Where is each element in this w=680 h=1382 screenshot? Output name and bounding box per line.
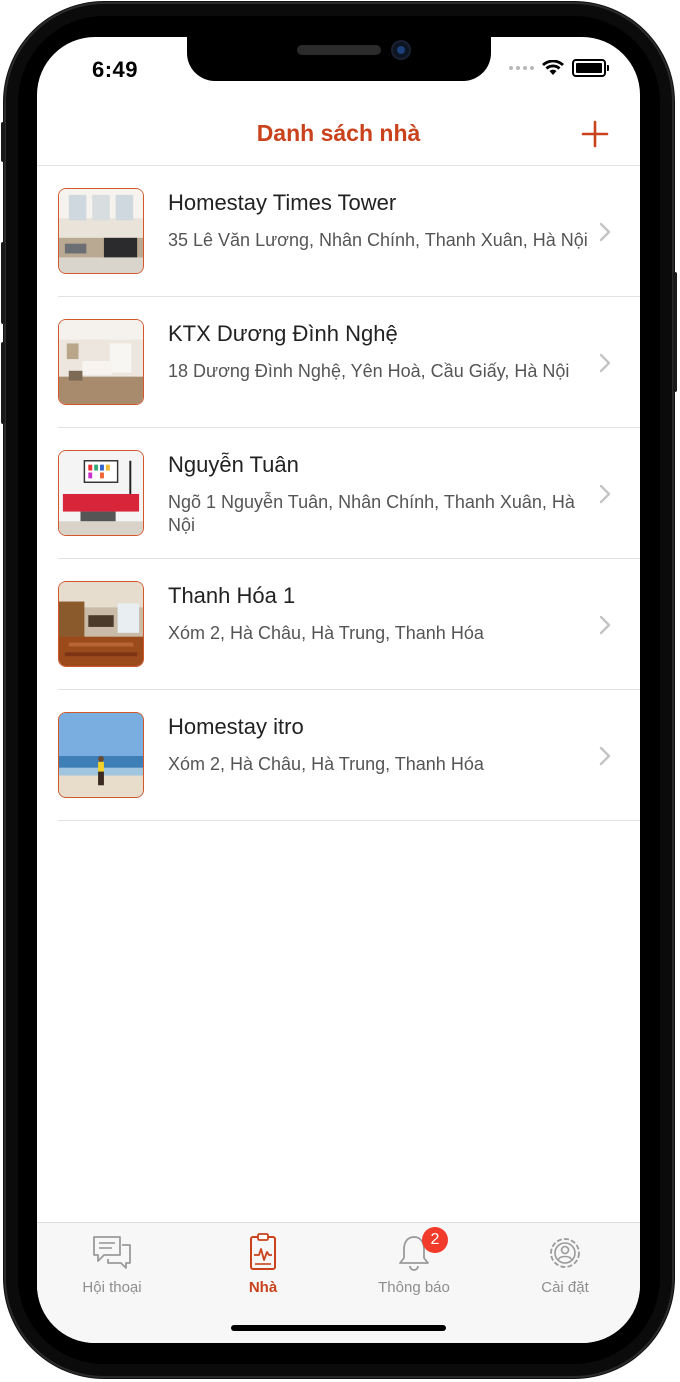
house-address: Xóm 2, Hà Châu, Hà Trung, Thanh Hóa (168, 754, 484, 774)
house-address: Ngõ 1 Nguyễn Tuân, Nhân Chính, Thanh Xuâ… (168, 492, 575, 535)
gear-icon (550, 1238, 580, 1268)
volume-down-button (1, 342, 5, 424)
house-name: Thanh Hóa 1 (168, 583, 296, 608)
status-time: 6:49 (92, 57, 139, 82)
page-title: Danh sách nhà (256, 120, 421, 146)
list-item[interactable]: Homestay itro Xóm 2, Hà Châu, Hà Trung, … (37, 690, 640, 821)
mute-switch (1, 122, 5, 162)
chevron-right-icon (599, 353, 611, 372)
house-address: 18 Dương Đình Nghệ, Yên Hoà, Cầu Giấy, H… (168, 361, 570, 381)
tab-thong-bao[interactable]: 2 Thông báo (354, 1227, 474, 1296)
chevron-right-icon (599, 615, 611, 634)
house-thumbnail (58, 581, 144, 667)
clipboard-icon (250, 1233, 276, 1270)
notch (187, 37, 491, 81)
tab-label: Nhà (248, 1279, 278, 1296)
house-name: Nguyễn Tuân (168, 452, 299, 477)
house-thumbnail (58, 450, 144, 536)
house-thumbnail (58, 319, 144, 405)
tab-label: Cài đặt (541, 1279, 589, 1296)
wifi-icon (542, 60, 564, 75)
chat-icon (93, 1236, 131, 1269)
chevron-right-icon (599, 746, 611, 765)
house-thumbnail (58, 712, 144, 798)
house-list: Homestay Times Tower 35 Lê Văn Lương, Nh… (37, 166, 640, 821)
house-name: Homestay Times Tower (168, 190, 397, 215)
chevron-right-icon (599, 222, 611, 241)
front-camera (391, 40, 411, 60)
chevron-right-icon (599, 484, 611, 503)
house-address: 35 Lê Văn Lương, Nhân Chính, Thanh Xuân,… (168, 230, 588, 250)
app-screen: 6:49 Danh sách nhà Homestay Times Tower … (37, 37, 640, 1343)
status-icons (509, 59, 609, 77)
house-thumbnail (58, 188, 144, 274)
house-name: KTX Dương Đình Nghệ (168, 321, 398, 346)
tab-cai-dat[interactable]: Cài đặt (505, 1233, 625, 1296)
list-item[interactable]: Nguyễn Tuân Ngõ 1 Nguyễn Tuân, Nhân Chín… (37, 428, 640, 559)
tab-label: Hội thoại (82, 1279, 142, 1296)
house-address: Xóm 2, Hà Châu, Hà Trung, Thanh Hóa (168, 623, 484, 643)
tab-label: Thông báo (378, 1279, 450, 1296)
volume-up-button (1, 242, 5, 324)
power-button (673, 272, 677, 392)
home-indicator[interactable] (231, 1325, 446, 1331)
battery-icon (572, 59, 609, 77)
navigation-bar: Danh sách nhà (37, 107, 640, 166)
list-item[interactable]: KTX Dương Đình Nghệ 18 Dương Đình Nghệ, … (37, 297, 640, 428)
signal-icon (509, 66, 534, 70)
notification-badge: 2 (422, 1227, 448, 1253)
house-name: Homestay itro (168, 714, 304, 739)
plus-icon[interactable] (580, 119, 610, 149)
list-item[interactable]: Thanh Hóa 1 Xóm 2, Hà Châu, Hà Trung, Th… (37, 559, 640, 690)
tab-nha[interactable]: Nhà (203, 1233, 323, 1296)
tab-hoi-thoai[interactable]: Hội thoại (52, 1233, 172, 1296)
list-item[interactable]: Homestay Times Tower 35 Lê Văn Lương, Nh… (37, 166, 640, 297)
speaker (297, 45, 381, 55)
